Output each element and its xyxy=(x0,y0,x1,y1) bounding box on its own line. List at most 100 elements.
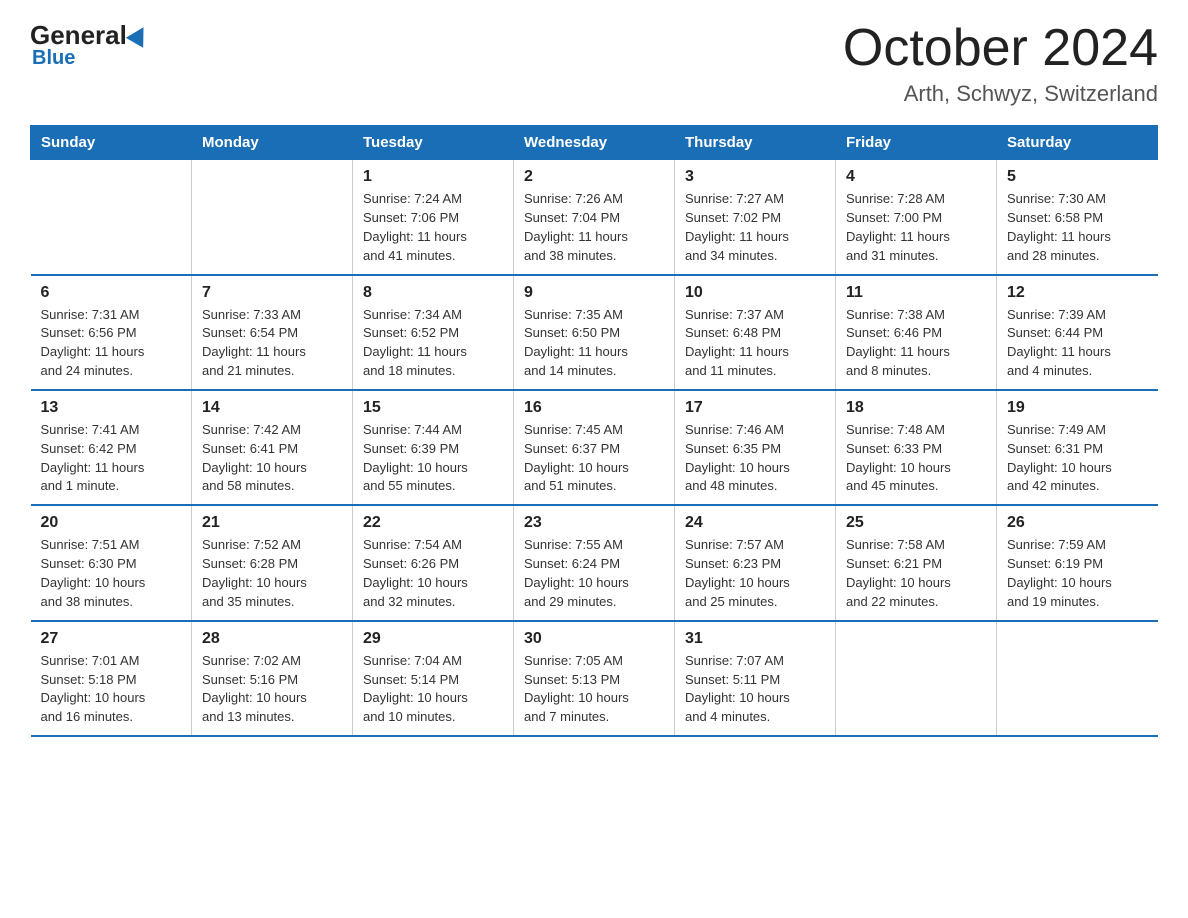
calendar-cell: 13Sunrise: 7:41 AMSunset: 6:42 PMDayligh… xyxy=(31,390,192,505)
column-header-saturday: Saturday xyxy=(997,126,1158,160)
day-number: 13 xyxy=(41,399,182,417)
calendar-week-row: 13Sunrise: 7:41 AMSunset: 6:42 PMDayligh… xyxy=(31,390,1158,505)
day-number: 12 xyxy=(1007,284,1148,302)
day-number: 15 xyxy=(363,399,503,417)
day-info: Sunrise: 7:30 AMSunset: 6:58 PMDaylight:… xyxy=(1007,190,1148,265)
day-number: 21 xyxy=(202,514,342,532)
day-info: Sunrise: 7:07 AMSunset: 5:11 PMDaylight:… xyxy=(685,652,825,727)
column-header-friday: Friday xyxy=(836,126,997,160)
day-info: Sunrise: 7:27 AMSunset: 7:02 PMDaylight:… xyxy=(685,190,825,265)
day-info: Sunrise: 7:59 AMSunset: 6:19 PMDaylight:… xyxy=(1007,536,1148,611)
calendar-cell xyxy=(997,621,1158,736)
calendar-cell: 15 Sunrise: 7:44 AMSunset: 6:39 PMDayligh… xyxy=(353,390,514,505)
day-info: Sunrise: 7:42 AMSunset: 6:41 PMDaylight:… xyxy=(202,421,342,496)
calendar-cell xyxy=(31,160,192,275)
month-title: October 2024 xyxy=(843,20,1158,77)
column-header-thursday: Thursday xyxy=(675,126,836,160)
calendar-cell: 30 Sunrise: 7:05 AMSunset: 5:13 PMDayligh… xyxy=(514,621,675,736)
calendar-cell: 2 Sunrise: 7:26 AMSunset: 7:04 PMDaylight… xyxy=(514,160,675,275)
day-number: 22 xyxy=(363,514,503,532)
day-info: Sunrise: 7:35 AMSunset: 6:50 PMDaylight:… xyxy=(524,306,664,381)
calendar-cell: 27Sunrise: 7:01 AMSunset: 5:18 PMDayligh… xyxy=(31,621,192,736)
calendar-header-row: SundayMondayTuesdayWednesdayThursdayFrid… xyxy=(31,126,1158,160)
day-info: Sunrise: 7:45 AMSunset: 6:37 PMDaylight:… xyxy=(524,421,664,496)
calendar-cell: 23Sunrise: 7:55 AMSunset: 6:24 PMDayligh… xyxy=(514,505,675,620)
day-number: 29 xyxy=(363,630,503,648)
day-number: 7 xyxy=(202,284,342,302)
column-header-tuesday: Tuesday xyxy=(353,126,514,160)
calendar-cell: 10 Sunrise: 7:37 AMSunset: 6:48 PMDayligh… xyxy=(675,275,836,390)
day-number: 26 xyxy=(1007,514,1148,532)
day-info: Sunrise: 7:26 AMSunset: 7:04 PMDaylight:… xyxy=(524,190,664,265)
day-number: 5 xyxy=(1007,168,1148,186)
day-number: 8 xyxy=(363,284,503,302)
calendar-cell: 20Sunrise: 7:51 AMSunset: 6:30 PMDayligh… xyxy=(31,505,192,620)
day-info: Sunrise: 7:05 AMSunset: 5:13 PMDaylight:… xyxy=(524,652,664,727)
calendar-cell: 16Sunrise: 7:45 AMSunset: 6:37 PMDayligh… xyxy=(514,390,675,505)
day-info: Sunrise: 7:37 AMSunset: 6:48 PMDaylight:… xyxy=(685,306,825,381)
calendar-cell: 1Sunrise: 7:24 AMSunset: 7:06 PMDaylight… xyxy=(353,160,514,275)
calendar-cell: 25 Sunrise: 7:58 AMSunset: 6:21 PMDayligh… xyxy=(836,505,997,620)
calendar-cell: 6Sunrise: 7:31 AMSunset: 6:56 PMDaylight… xyxy=(31,275,192,390)
day-number: 28 xyxy=(202,630,342,648)
calendar-cell: 14 Sunrise: 7:42 AMSunset: 6:41 PMDayligh… xyxy=(192,390,353,505)
calendar-cell: 7 Sunrise: 7:33 AMSunset: 6:54 PMDaylight… xyxy=(192,275,353,390)
location-text: Arth, Schwyz, Switzerland xyxy=(843,81,1158,107)
column-header-wednesday: Wednesday xyxy=(514,126,675,160)
day-info: Sunrise: 7:46 AMSunset: 6:35 PMDaylight:… xyxy=(685,421,825,496)
calendar-cell: 26 Sunrise: 7:59 AMSunset: 6:19 PMDayligh… xyxy=(997,505,1158,620)
day-number: 18 xyxy=(846,399,986,417)
day-info: Sunrise: 7:49 AMSunset: 6:31 PMDaylight:… xyxy=(1007,421,1148,496)
calendar-cell: 3Sunrise: 7:27 AMSunset: 7:02 PMDaylight… xyxy=(675,160,836,275)
calendar-week-row: 20Sunrise: 7:51 AMSunset: 6:30 PMDayligh… xyxy=(31,505,1158,620)
calendar-week-row: 1Sunrise: 7:24 AMSunset: 7:06 PMDaylight… xyxy=(31,160,1158,275)
calendar-cell xyxy=(836,621,997,736)
calendar-cell: 28 Sunrise: 7:02 AMSunset: 5:16 PMDayligh… xyxy=(192,621,353,736)
day-info: Sunrise: 7:38 AMSunset: 6:46 PMDaylight:… xyxy=(846,306,986,381)
day-number: 11 xyxy=(846,284,986,302)
calendar-cell: 24Sunrise: 7:57 AMSunset: 6:23 PMDayligh… xyxy=(675,505,836,620)
calendar-table: SundayMondayTuesdayWednesdayThursdayFrid… xyxy=(30,125,1158,737)
calendar-cell: 18 Sunrise: 7:48 AMSunset: 6:33 PMDayligh… xyxy=(836,390,997,505)
calendar-cell: 19 Sunrise: 7:49 AMSunset: 6:31 PMDayligh… xyxy=(997,390,1158,505)
day-number: 19 xyxy=(1007,399,1148,417)
logo: General Blue xyxy=(30,20,149,70)
column-header-monday: Monday xyxy=(192,126,353,160)
day-info: Sunrise: 7:52 AMSunset: 6:28 PMDaylight:… xyxy=(202,536,342,611)
day-number: 25 xyxy=(846,514,986,532)
day-info: Sunrise: 7:02 AMSunset: 5:16 PMDaylight:… xyxy=(202,652,342,727)
day-number: 30 xyxy=(524,630,664,648)
day-info: Sunrise: 7:04 AMSunset: 5:14 PMDaylight:… xyxy=(363,652,503,727)
calendar-week-row: 6Sunrise: 7:31 AMSunset: 6:56 PMDaylight… xyxy=(31,275,1158,390)
day-number: 9 xyxy=(524,284,664,302)
day-number: 10 xyxy=(685,284,825,302)
calendar-cell: 8 Sunrise: 7:34 AMSunset: 6:52 PMDaylight… xyxy=(353,275,514,390)
day-number: 14 xyxy=(202,399,342,417)
logo-triangle-icon xyxy=(126,22,152,48)
calendar-cell: 29 Sunrise: 7:04 AMSunset: 5:14 PMDayligh… xyxy=(353,621,514,736)
day-info: Sunrise: 7:48 AMSunset: 6:33 PMDaylight:… xyxy=(846,421,986,496)
day-number: 4 xyxy=(846,168,986,186)
logo-blue-text: Blue xyxy=(32,47,75,70)
calendar-cell: 17Sunrise: 7:46 AMSunset: 6:35 PMDayligh… xyxy=(675,390,836,505)
day-number: 20 xyxy=(41,514,182,532)
day-info: Sunrise: 7:58 AMSunset: 6:21 PMDaylight:… xyxy=(846,536,986,611)
day-info: Sunrise: 7:44 AMSunset: 6:39 PMDaylight:… xyxy=(363,421,503,496)
day-number: 1 xyxy=(363,168,503,186)
calendar-cell: 9 Sunrise: 7:35 AMSunset: 6:50 PMDaylight… xyxy=(514,275,675,390)
day-info: Sunrise: 7:34 AMSunset: 6:52 PMDaylight:… xyxy=(363,306,503,381)
day-info: Sunrise: 7:28 AMSunset: 7:00 PMDaylight:… xyxy=(846,190,986,265)
day-info: Sunrise: 7:39 AMSunset: 6:44 PMDaylight:… xyxy=(1007,306,1148,381)
calendar-cell: 22 Sunrise: 7:54 AMSunset: 6:26 PMDayligh… xyxy=(353,505,514,620)
calendar-cell: 31Sunrise: 7:07 AMSunset: 5:11 PMDayligh… xyxy=(675,621,836,736)
column-header-sunday: Sunday xyxy=(31,126,192,160)
calendar-cell: 21 Sunrise: 7:52 AMSunset: 6:28 PMDayligh… xyxy=(192,505,353,620)
day-info: Sunrise: 7:33 AMSunset: 6:54 PMDaylight:… xyxy=(202,306,342,381)
title-area: October 2024 Arth, Schwyz, Switzerland xyxy=(843,20,1158,107)
day-number: 24 xyxy=(685,514,825,532)
day-number: 27 xyxy=(41,630,182,648)
calendar-cell: 5 Sunrise: 7:30 AMSunset: 6:58 PMDaylight… xyxy=(997,160,1158,275)
calendar-cell: 4 Sunrise: 7:28 AMSunset: 7:00 PMDaylight… xyxy=(836,160,997,275)
day-number: 2 xyxy=(524,168,664,186)
day-info: Sunrise: 7:54 AMSunset: 6:26 PMDaylight:… xyxy=(363,536,503,611)
